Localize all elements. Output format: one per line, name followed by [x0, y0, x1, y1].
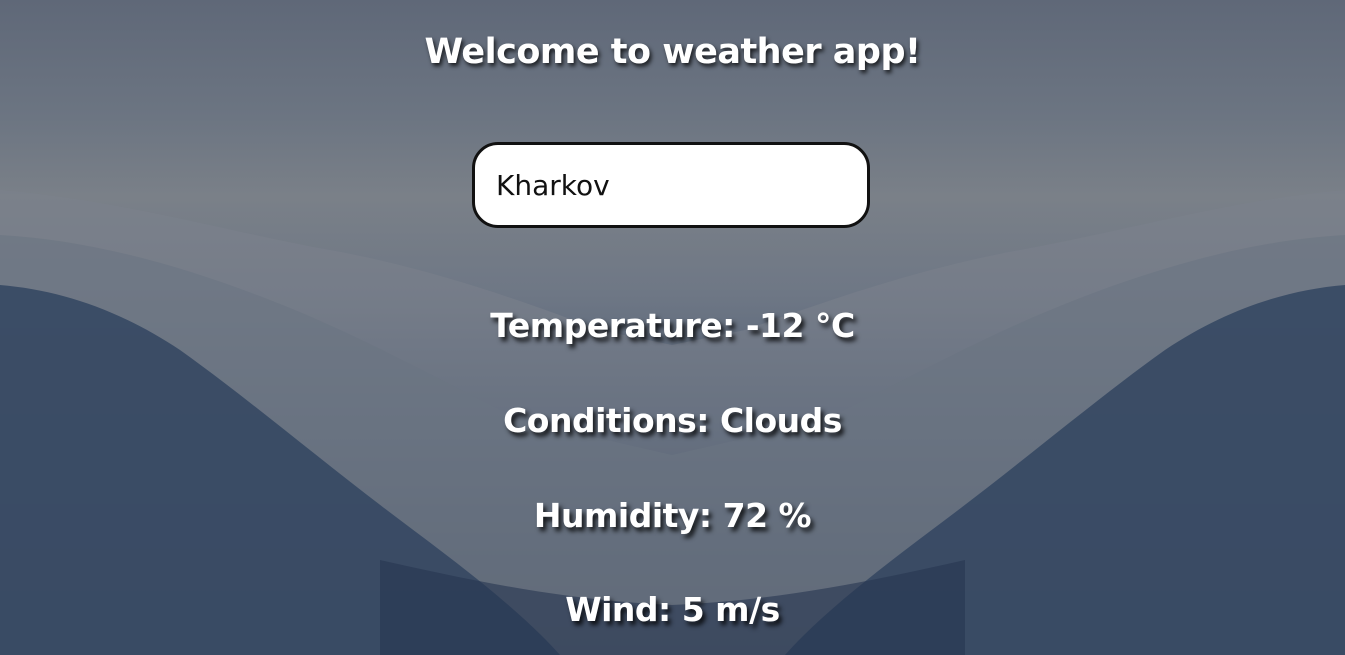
- temperature-label: Temperature: -12 °C: [490, 306, 855, 345]
- conditions-label: Conditions: Clouds: [503, 401, 842, 440]
- humidity-label: Humidity: 72 %: [533, 496, 812, 535]
- city-search-input[interactable]: [472, 142, 870, 228]
- page-title: Welcome to weather app!: [424, 32, 921, 72]
- weather-app: Welcome to weather app! Temperature: -12…: [0, 0, 1345, 655]
- wind-label: Wind: 5 m/s: [565, 590, 780, 629]
